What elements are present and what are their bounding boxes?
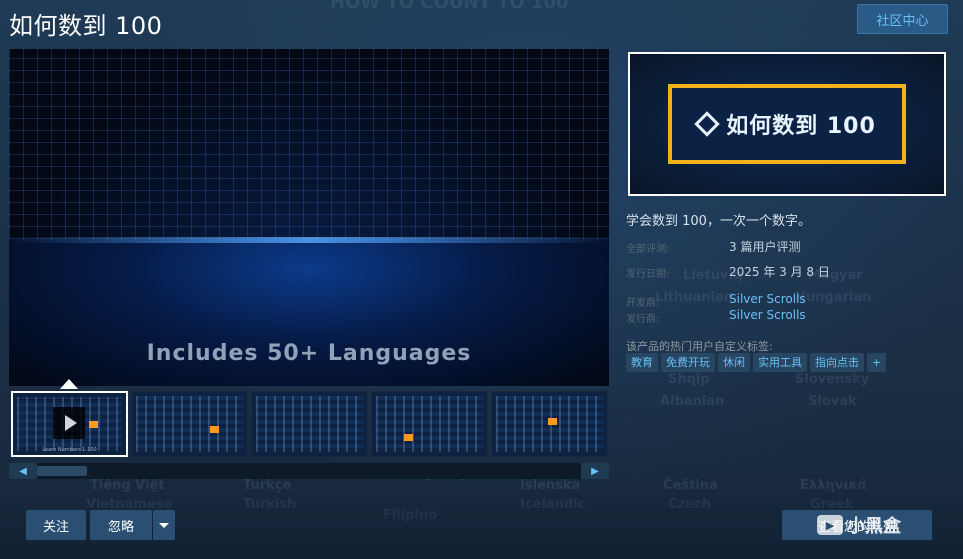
tags-label: 该产品的热门用户自定义标签: — [626, 340, 773, 353]
publisher-label: 发行商: — [626, 314, 660, 325]
play-icon — [53, 407, 85, 439]
video-caption: Includes 50+ Languages — [146, 341, 472, 366]
thumbnail-scrollbar[interactable]: ◀ ▶ — [9, 463, 609, 479]
thumbnail-highlight — [548, 418, 557, 425]
thumbnail-image — [376, 396, 483, 452]
watermark: ▶ 小黑盒 — [817, 512, 901, 538]
scroll-right-arrow-icon[interactable]: ▶ — [581, 463, 609, 479]
tag-list: 教育 免费开玩 休闲 实用工具 指向点击 + — [626, 353, 887, 372]
thumbnail-video[interactable]: Learn Numbers 1-100 — [11, 391, 128, 457]
watermark-text: 小黑盒 — [847, 516, 901, 537]
thumbnail-image — [256, 396, 363, 452]
active-thumb-pointer — [60, 379, 78, 389]
thumbnail-highlight — [89, 421, 98, 428]
thumbnail-screenshot[interactable] — [251, 391, 368, 457]
community-hub-button[interactable]: 社区中心 — [857, 4, 948, 34]
tag-casual[interactable]: 休闲 — [718, 353, 750, 372]
scroll-left-arrow-icon[interactable]: ◀ — [9, 463, 37, 479]
reviews-value: 3 篇用户评测 — [729, 240, 801, 254]
release-date-label: 发行日期: — [626, 269, 670, 280]
thumbnail-image — [136, 396, 243, 452]
diamond-icon — [694, 111, 720, 137]
thumbnail-strip: Learn Numbers 1-100 — [9, 391, 609, 461]
tag-more-button[interactable]: + — [867, 353, 887, 372]
video-horizon-glow — [9, 237, 609, 243]
thumbnail-highlight — [210, 426, 219, 433]
release-date-value: 2025 年 3 月 8 日 — [729, 265, 830, 279]
thumbnail-caption: Learn Numbers 1-100 — [42, 447, 97, 453]
tag-free-to-play[interactable]: 免费开玩 — [661, 353, 715, 372]
main-video[interactable]: Includes 50+ Languages — [9, 49, 609, 386]
capsule-title: 如何数到 100 — [726, 114, 876, 139]
capsule-title-frame: 如何数到 100 — [668, 84, 906, 164]
developer-label: 开发商: — [626, 298, 660, 309]
thumbnail-screenshot[interactable] — [131, 391, 248, 457]
thumbnail-screenshot[interactable] — [491, 391, 608, 457]
follow-button[interactable]: 关注 — [26, 510, 86, 540]
page-title: 如何数到 100 — [9, 12, 163, 40]
tag-education[interactable]: 教育 — [626, 353, 658, 372]
developer-link[interactable]: Silver Scrolls — [729, 292, 806, 306]
reviews-label: 全部评测: — [626, 244, 670, 255]
ignore-dropdown-button[interactable] — [153, 510, 175, 540]
xiaoheihe-logo-icon: ▶ — [817, 515, 843, 535]
game-capsule-image: 如何数到 100 — [628, 52, 946, 196]
thumbnail-screenshot[interactable] — [371, 391, 488, 457]
chevron-down-icon — [159, 522, 169, 528]
scrollbar-thumb[interactable] — [37, 466, 87, 476]
ignore-button[interactable]: 忽略 — [90, 510, 152, 540]
game-description: 学会数到 100，一次一个数字。 — [626, 214, 811, 229]
tag-utilities[interactable]: 实用工具 — [753, 353, 807, 372]
publisher-link[interactable]: Silver Scrolls — [729, 308, 806, 322]
thumbnail-highlight — [404, 434, 413, 441]
tag-point-and-click[interactable]: 指向点击 — [810, 353, 864, 372]
